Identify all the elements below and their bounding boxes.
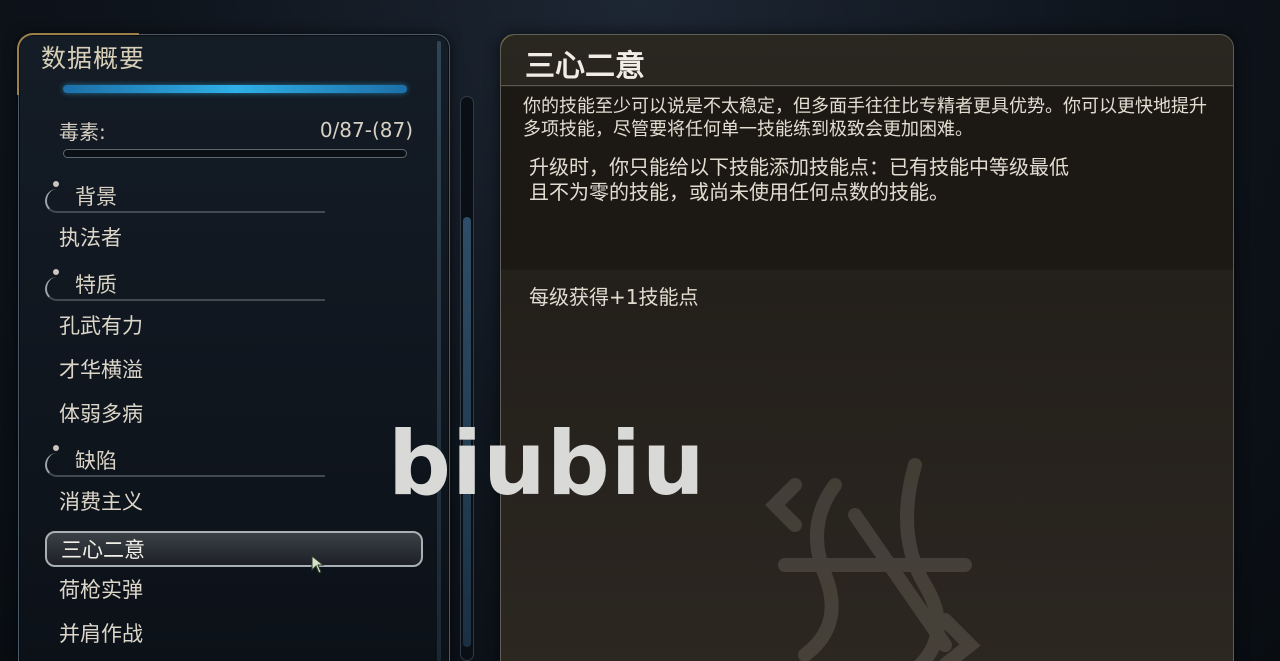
description-box: 你的技能至少可以说是不太稳定，但多面手往往比专精者更具优势。你可以更快地提升多项… — [501, 87, 1233, 309]
scrollbar[interactable] — [460, 96, 474, 661]
section-dot-icon — [53, 269, 59, 275]
toxin-bar — [63, 149, 407, 158]
toxin-stat: 毒素: 0/87-(87) — [59, 115, 413, 145]
progress-bar — [63, 85, 407, 93]
list-item-flaw-2-selected[interactable]: 三心二意 — [45, 531, 423, 567]
section-label: 缺陷 — [75, 449, 117, 473]
detail-title: 三心二意 — [525, 49, 645, 84]
summary-panel: 数据概要 毒素: 0/87-(87) 背景 执法者 特质 孔武有力 才华横溢 体… — [17, 33, 450, 661]
list-item-flaw-3[interactable]: 荷枪实弹 — [57, 571, 423, 607]
list-item-flaw-1[interactable]: 消费主义 — [57, 483, 423, 519]
list-item-trait-2[interactable]: 才华横溢 — [57, 351, 423, 387]
section-label: 特质 — [75, 273, 117, 297]
detail-rule: 升级时，你只能给以下技能添加技能点：已有技能中等级最低且不为零的技能，或尚未使用… — [529, 155, 1069, 204]
section-traits: 特质 — [45, 267, 345, 301]
section-label: 背景 — [75, 185, 117, 209]
section-dot-icon — [53, 445, 59, 451]
section-background: 背景 — [45, 179, 345, 213]
trait-emblem-icon — [765, 458, 981, 661]
list-item-trait-3[interactable]: 体弱多病 — [57, 395, 423, 431]
section-flaws: 缺陷 — [45, 443, 345, 477]
list-item-flaw-4[interactable]: 并肩作战 — [57, 615, 423, 651]
toxin-label: 毒素: — [59, 119, 106, 144]
detail-gain: 每级获得+1技能点 — [529, 285, 699, 309]
detail-panel: 三心二意 你的技能至少可以说是不太稳定，但多面手往往比专精者更具优势。你可以更快… — [500, 34, 1234, 661]
list-item-enforcer[interactable]: 执法者 — [57, 219, 423, 255]
section-dot-icon — [53, 181, 59, 187]
detail-description: 你的技能至少可以说是不太稳定，但多面手往往比专精者更具优势。你可以更快地提升多项… — [523, 96, 1207, 140]
watermark-logo: biubiu — [388, 412, 706, 515]
list-item-trait-1[interactable]: 孔武有力 — [57, 307, 423, 343]
mouse-cursor-icon — [311, 555, 325, 574]
divider — [501, 85, 1233, 86]
panel-title: 数据概要 — [41, 44, 146, 73]
toxin-value: 0/87-(87) — [319, 118, 413, 142]
